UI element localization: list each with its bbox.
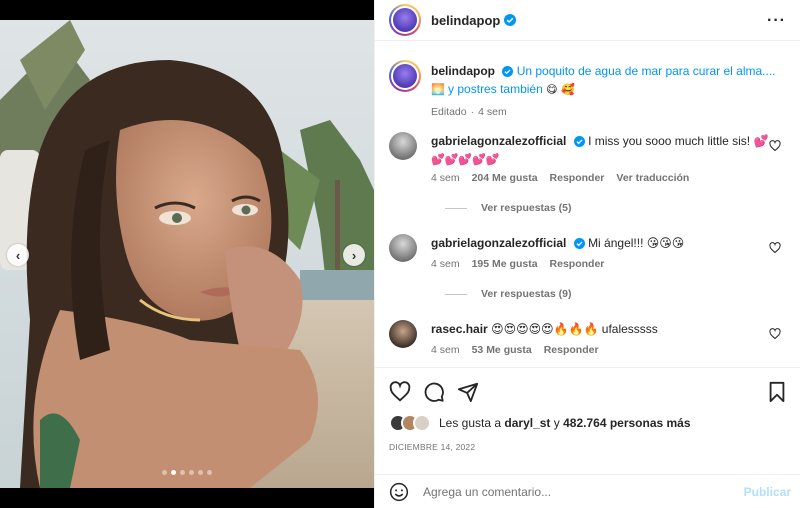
comment-text: 😍😍😍😍😍🔥🔥🔥 ufalesssss (491, 322, 658, 336)
avatar (413, 414, 431, 432)
publish-button[interactable]: Publicar (744, 485, 791, 499)
carousel-dot (171, 470, 176, 475)
liker-avatars (389, 414, 437, 432)
verified-badge-icon (502, 66, 514, 77)
caption-text: belindapop Un poquito de agua de mar par… (431, 64, 776, 96)
view-replies-button[interactable]: Ver respuestas (9) (445, 288, 571, 300)
like-comment-heart-icon[interactable] (769, 328, 781, 340)
comment-avatar[interactable] (389, 132, 417, 160)
comment-username[interactable]: gabrielagonzalezofficial (431, 134, 566, 148)
verified-badge-icon (504, 14, 517, 26)
carousel-next-button[interactable]: › (343, 244, 365, 266)
post-sidebar: belindapop ··· belindapop Un poquito de … (374, 0, 800, 508)
comment-item: gabrielagonzalezofficial Mi ángel!!! 😘😘😘… (389, 234, 789, 304)
comment-meta: 4 sem 53 Me gusta Responder (431, 344, 599, 356)
comment-input[interactable] (423, 484, 723, 499)
post-media: ‹ › (0, 0, 374, 508)
comment-bubble-icon[interactable] (423, 381, 445, 403)
comment-username[interactable]: gabrielagonzalezofficial (431, 236, 566, 250)
comment-text-continued: 💕💕💕💕💕 (431, 153, 500, 166)
caption-username[interactable]: belindapop (431, 64, 495, 78)
caption-avatar[interactable] (389, 60, 421, 92)
emoji-smiley-icon[interactable] (389, 482, 409, 502)
comment-likes-count[interactable]: 195 Me gusta (472, 258, 538, 270)
carousel-dots (0, 470, 374, 475)
caption-meta: Editado · 4 sem (431, 106, 507, 118)
more-options-icon[interactable]: ··· (767, 12, 786, 30)
share-paper-plane-icon[interactable] (457, 381, 479, 403)
like-comment-heart-icon[interactable] (769, 140, 781, 152)
action-bar (375, 367, 800, 403)
comment-item: gabrielagonzalezofficial I miss you sooo… (389, 132, 789, 222)
comment-meta: 4 sem 204 Me gusta Responder Ver traducc… (431, 172, 690, 184)
post-photo[interactable] (0, 20, 374, 488)
carousel-prev-button[interactable]: ‹ (7, 244, 29, 266)
comment-text: I miss you sooo much little sis! 💕 (588, 134, 769, 148)
comment-username[interactable]: rasec.hair (431, 322, 488, 336)
comment-composer: Publicar (375, 474, 800, 508)
chevron-left-icon: ‹ (15, 247, 21, 263)
instagram-post: ‹ › belindapop ··· belindapop Un poquito… (0, 0, 800, 508)
comment-likes-count[interactable]: 204 Me gusta (472, 172, 538, 184)
comments-list: belindapop Un poquito de agua de mar par… (375, 52, 800, 370)
carousel-dot (189, 470, 194, 475)
carousel-dot (207, 470, 212, 475)
caption: belindapop Un poquito de agua de mar par… (389, 60, 789, 120)
comment-text: Mi ángel!!! 😘😘😘 (588, 236, 685, 250)
selfie-image (0, 20, 374, 488)
author-avatar[interactable] (389, 4, 421, 36)
comment-avatar[interactable] (389, 320, 417, 348)
post-date: DICIEMBRE 14, 2022 (389, 442, 476, 452)
likes-count[interactable]: 482.764 personas más (563, 416, 690, 430)
carousel-dot (180, 470, 185, 475)
like-heart-icon[interactable] (389, 381, 411, 403)
comment-item: rasec.hair 😍😍😍😍😍🔥🔥🔥 ufalesssss 4 sem 53 … (389, 320, 789, 364)
translate-button[interactable]: Ver traducción (616, 172, 689, 184)
comment-meta: 4 sem 195 Me gusta Responder (431, 258, 605, 270)
comment-likes-count[interactable]: 53 Me gusta (472, 344, 532, 356)
carousel-dot (162, 470, 167, 475)
carousel-dot (198, 470, 203, 475)
like-comment-heart-icon[interactable] (769, 242, 781, 254)
reply-button[interactable]: Responder (550, 172, 605, 184)
author-username[interactable]: belindapop (431, 13, 500, 28)
verified-badge-icon (573, 238, 585, 249)
reply-button[interactable]: Responder (550, 258, 605, 270)
verified-badge-icon (573, 136, 585, 147)
view-replies-button[interactable]: Ver respuestas (5) (445, 202, 571, 214)
reply-button[interactable]: Responder (544, 344, 599, 356)
save-bookmark-icon[interactable] (767, 381, 787, 403)
comment-avatar[interactable] (389, 234, 417, 262)
post-header: belindapop ··· (375, 0, 800, 41)
likes-summary[interactable]: Les gusta a daryl_st y 482.764 personas … (389, 414, 691, 432)
liker-username[interactable]: daryl_st (504, 416, 550, 430)
chevron-right-icon: › (351, 247, 357, 263)
